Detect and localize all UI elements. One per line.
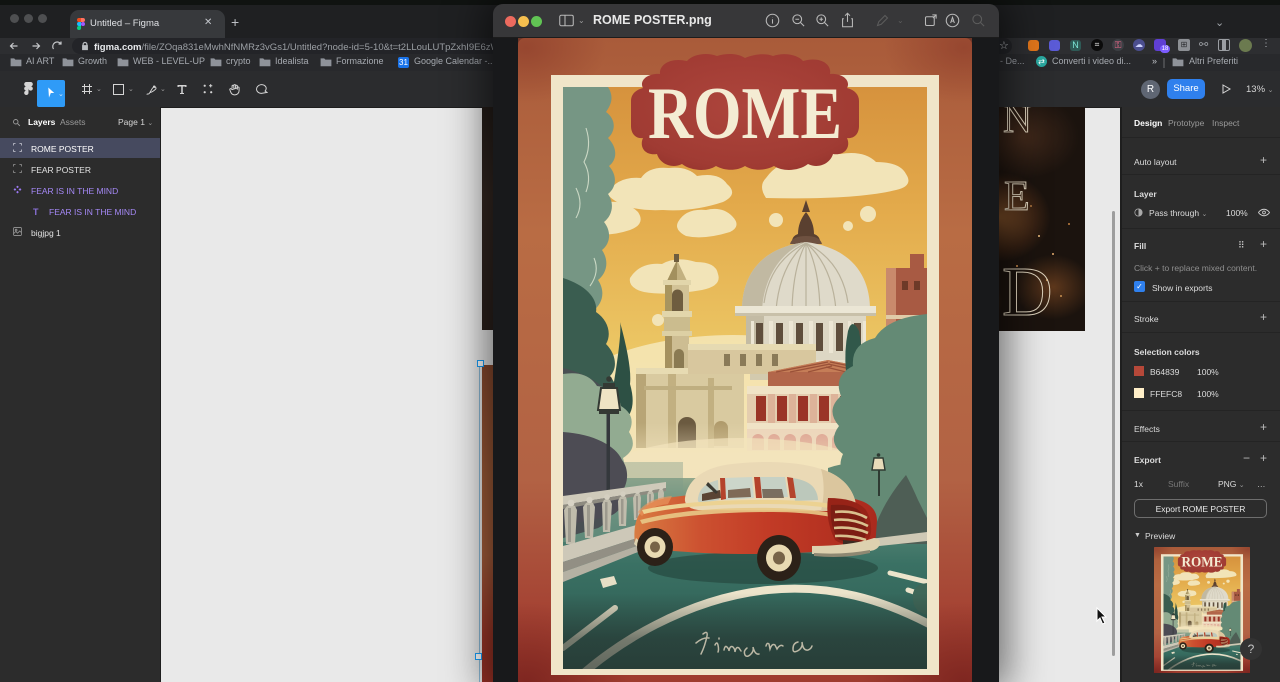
svg-text:ROME: ROME (648, 73, 842, 155)
